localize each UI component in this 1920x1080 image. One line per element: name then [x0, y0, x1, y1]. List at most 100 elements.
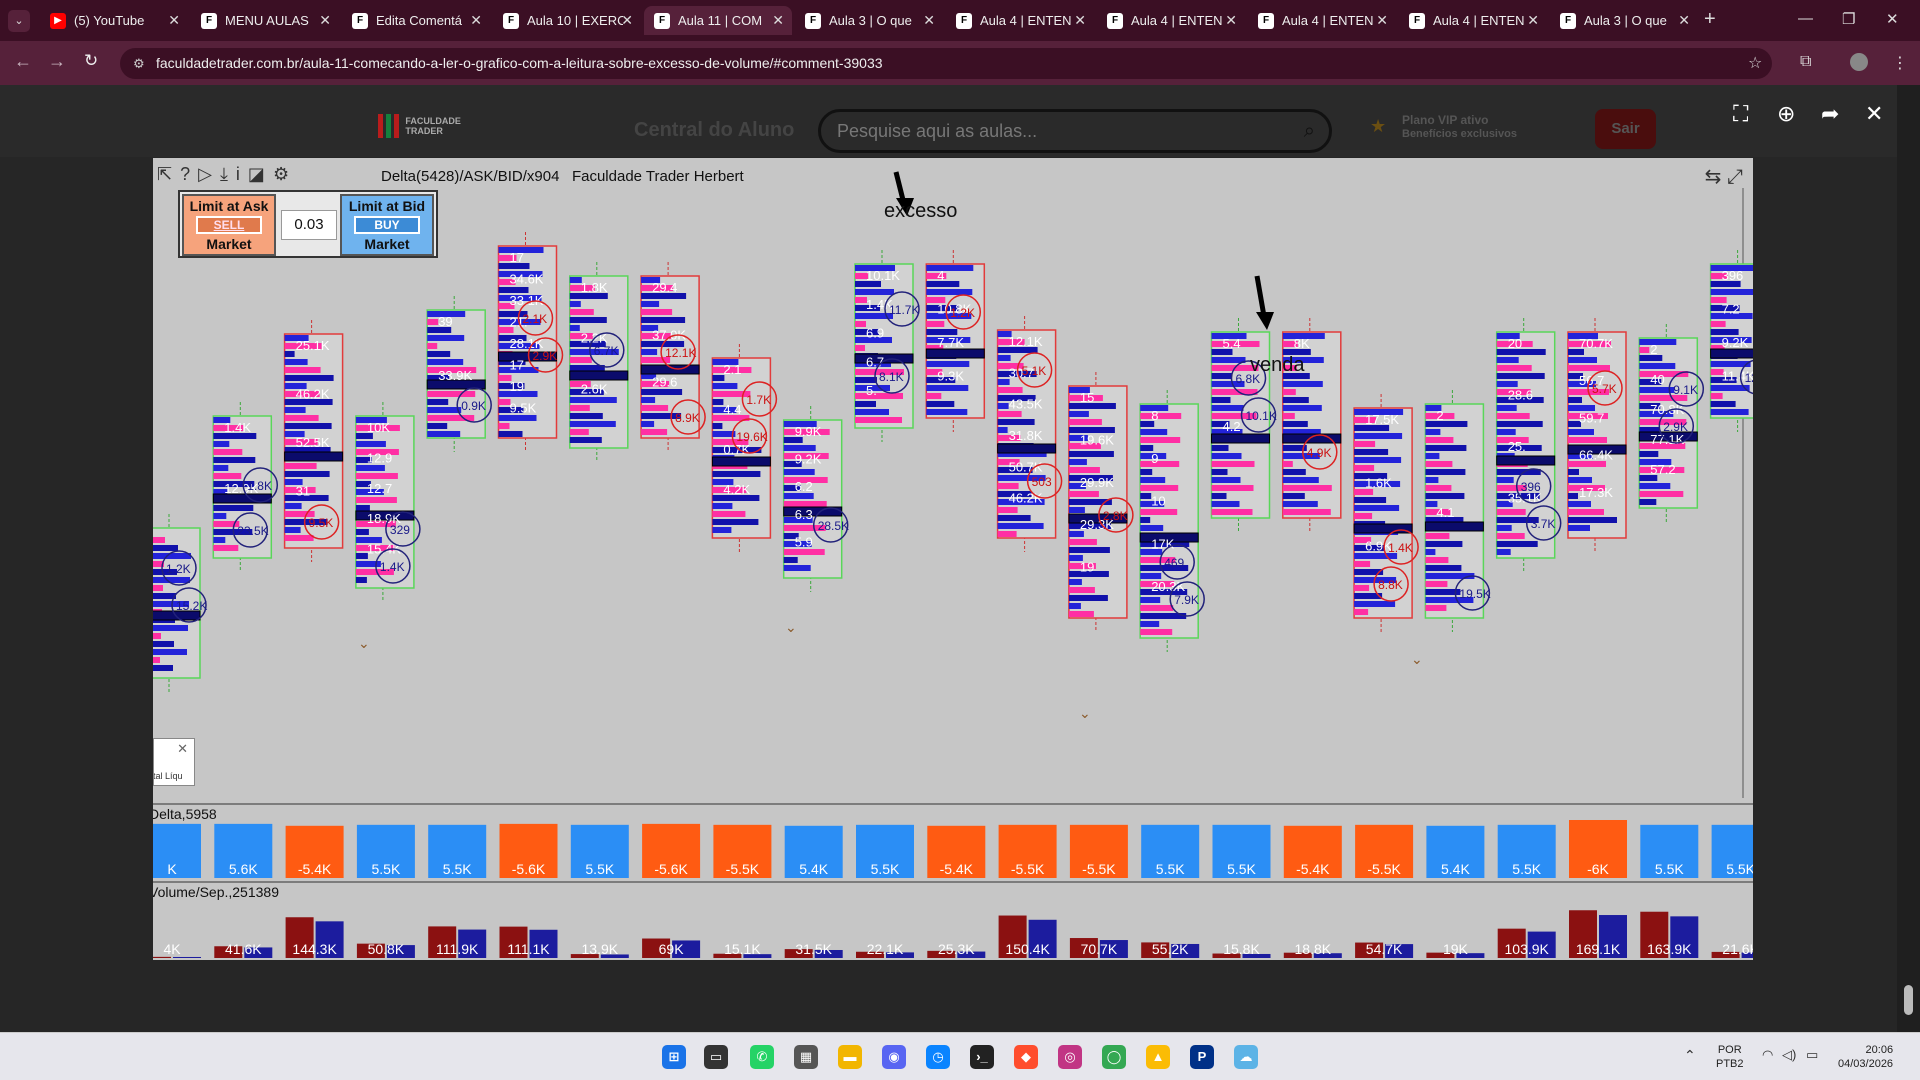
- browser-tab[interactable]: F Aula 3 | O que ✕: [1550, 6, 1698, 35]
- volume-value-label: 15.1K: [724, 941, 761, 957]
- expand-icon[interactable]: ⤢: [1727, 166, 1743, 188]
- footprint-volume-bar: [355, 577, 367, 583]
- help-icon[interactable]: ?: [180, 164, 190, 185]
- instagram-icon[interactable]: ◎: [1058, 1045, 1082, 1069]
- browser-tab[interactable]: ▶ (5) YouTube ✕: [40, 6, 188, 35]
- close-tab-icon[interactable]: ✕: [319, 12, 331, 29]
- search-icon[interactable]: ⌕: [1304, 112, 1315, 150]
- browser-tab[interactable]: F Aula 10 | EXERC ✕: [493, 6, 641, 35]
- browser-tab[interactable]: F Aula 4 | ENTEN ✕: [946, 6, 1094, 35]
- volume-icon[interactable]: ◁): [1782, 1047, 1796, 1063]
- close-tab-icon[interactable]: ✕: [168, 12, 180, 29]
- page-scrollbar[interactable]: [1897, 85, 1920, 1032]
- close-tab-icon[interactable]: ✕: [1225, 12, 1237, 29]
- volume-value-label: 13.9K: [582, 941, 619, 957]
- close-popup-icon[interactable]: ✕: [177, 741, 188, 757]
- task-view-icon[interactable]: ▭: [704, 1045, 728, 1069]
- close-window-icon[interactable]: ✕: [1886, 10, 1899, 28]
- file-explorer-icon[interactable]: ▬: [838, 1045, 862, 1069]
- footprint-cell-text: 59.7: [1579, 410, 1604, 425]
- chrome-icon[interactable]: ◯: [1102, 1045, 1126, 1069]
- forward-icon[interactable]: →: [48, 51, 66, 72]
- profile-avatar[interactable]: [1850, 53, 1868, 71]
- download-icon[interactable]: ⤓: [220, 164, 228, 185]
- language-indicator[interactable]: POR PTB2: [1716, 1043, 1744, 1071]
- back-icon[interactable]: ←: [14, 51, 32, 72]
- terminal-icon[interactable]: ›_: [970, 1045, 994, 1069]
- zoom-icon[interactable]: ⊕: [1777, 101, 1795, 127]
- search-placeholder: Pesquise aqui as aulas...: [837, 121, 1038, 141]
- discord-icon[interactable]: ◉: [882, 1045, 906, 1069]
- browser-tab[interactable]: F MENU AULAS ✕: [191, 6, 339, 35]
- close-tab-icon[interactable]: ✕: [1678, 12, 1690, 29]
- market-sell-label: Market: [206, 236, 252, 252]
- new-tab-button[interactable]: +: [1704, 8, 1716, 31]
- whatsapp-icon[interactable]: ✆: [750, 1045, 774, 1069]
- restore-icon[interactable]: ❐: [1842, 10, 1855, 28]
- close-tab-icon[interactable]: ✕: [1074, 12, 1086, 29]
- drive-icon[interactable]: ▲: [1146, 1045, 1170, 1069]
- browser-tab[interactable]: F Aula 4 | ENTEN ✕: [1248, 6, 1396, 35]
- tray-expand-icon[interactable]: ⌃: [1684, 1047, 1696, 1064]
- browser-menu-icon[interactable]: ⋮: [1892, 53, 1908, 73]
- star-icon: ★: [1370, 116, 1387, 136]
- close-tab-icon[interactable]: ✕: [923, 12, 935, 29]
- central-do-aluno-title[interactable]: Central do Aluno: [634, 119, 794, 142]
- extensions-icon[interactable]: ⧉: [1800, 53, 1811, 71]
- indicator-icon[interactable]: ◪: [248, 164, 265, 185]
- volume-value-label: 21.6K: [1722, 941, 1753, 957]
- browser-tab[interactable]: F Edita Comentá ✕: [342, 6, 490, 35]
- url-input[interactable]: ⚙ faculdadetrader.com.br/aula-11-comecan…: [120, 48, 1772, 79]
- footprint-volume-bar: [569, 301, 581, 307]
- footprint-cell-text: 40: [1650, 372, 1664, 387]
- chart-subtitle: Faculdade Trader Herbert: [571, 168, 744, 185]
- buy-button[interactable]: Limit at Bid BUY Market: [340, 194, 434, 256]
- play-icon[interactable]: ▷: [198, 164, 212, 185]
- circle-marker-text: 329: [390, 523, 410, 537]
- browser-tab[interactable]: F Aula 3 | O que ✕: [795, 6, 943, 35]
- scrollbar-thumb[interactable]: [1904, 985, 1913, 1015]
- battery-icon[interactable]: ▭: [1806, 1047, 1818, 1063]
- close-tab-icon[interactable]: ✕: [470, 12, 482, 29]
- close-tab-icon[interactable]: ✕: [1376, 12, 1388, 29]
- footprint-volume-bar: [1425, 437, 1454, 443]
- start-icon[interactable]: ⊞: [662, 1045, 686, 1069]
- sell-button[interactable]: Limit at Ask SELL Market: [182, 194, 276, 256]
- chart-screenshot: 1.4K 12.9K 25.1K 46.2K 52.5K 31 10K 12.9 12.7 18.…: [153, 158, 1753, 960]
- speedtest-icon[interactable]: ◷: [926, 1045, 950, 1069]
- quantity-input[interactable]: 0.03: [281, 210, 337, 240]
- browser-tab[interactable]: F Aula 4 | ENTEN ✕: [1399, 6, 1547, 35]
- site-logo[interactable]: FACULDADE TRADER: [378, 111, 498, 141]
- minimize-icon[interactable]: —: [1798, 10, 1813, 27]
- wifi-icon[interactable]: ◠: [1762, 1047, 1773, 1063]
- footprint-volume-bar: [1425, 549, 1436, 555]
- share-icon[interactable]: ➦: [1821, 101, 1839, 127]
- footprint-cell-text: 9.2K: [795, 452, 822, 467]
- anydesk-icon[interactable]: ◆: [1014, 1045, 1038, 1069]
- info-icon[interactable]: i: [236, 164, 240, 185]
- lesson-search-input[interactable]: Pesquise aqui as aulas... ⌕: [818, 109, 1332, 153]
- calculator-icon[interactable]: ▦: [794, 1045, 818, 1069]
- site-info-icon[interactable]: ⚙: [133, 48, 145, 79]
- cursor-icon[interactable]: ⇱: [157, 164, 172, 185]
- browser-tab[interactable]: F Aula 11 | COM ✕: [644, 6, 792, 35]
- fullscreen-icon[interactable]: ⛶: [1733, 101, 1748, 127]
- bookmark-star-icon[interactable]: ☆: [1748, 53, 1762, 73]
- close-lightbox-icon[interactable]: ✕: [1865, 101, 1883, 127]
- browser-tab[interactable]: F Aula 4 | ENTEN ✕: [1097, 6, 1245, 35]
- settings-icon[interactable]: ⚙: [273, 164, 289, 185]
- paypal-icon[interactable]: P: [1190, 1045, 1214, 1069]
- footprint-volume-bar: [1282, 485, 1332, 491]
- close-tab-icon[interactable]: ✕: [621, 12, 633, 29]
- reload-icon[interactable]: ↻: [84, 51, 98, 71]
- footprint-cell-text: 9: [1151, 451, 1158, 466]
- swap-icon[interactable]: ⇆: [1705, 166, 1722, 188]
- close-tab-icon[interactable]: ✕: [1527, 12, 1539, 29]
- footprint-volume-bar: [1425, 469, 1466, 475]
- footprint-volume-bar: [569, 405, 590, 411]
- close-tab-icon[interactable]: ✕: [772, 12, 784, 29]
- clock[interactable]: 20:06 04/03/2026: [1838, 1043, 1893, 1071]
- weather-icon[interactable]: ☁: [1234, 1045, 1258, 1069]
- tab-search-button[interactable]: ⌄: [8, 10, 30, 32]
- logout-button[interactable]: Sair: [1595, 109, 1656, 149]
